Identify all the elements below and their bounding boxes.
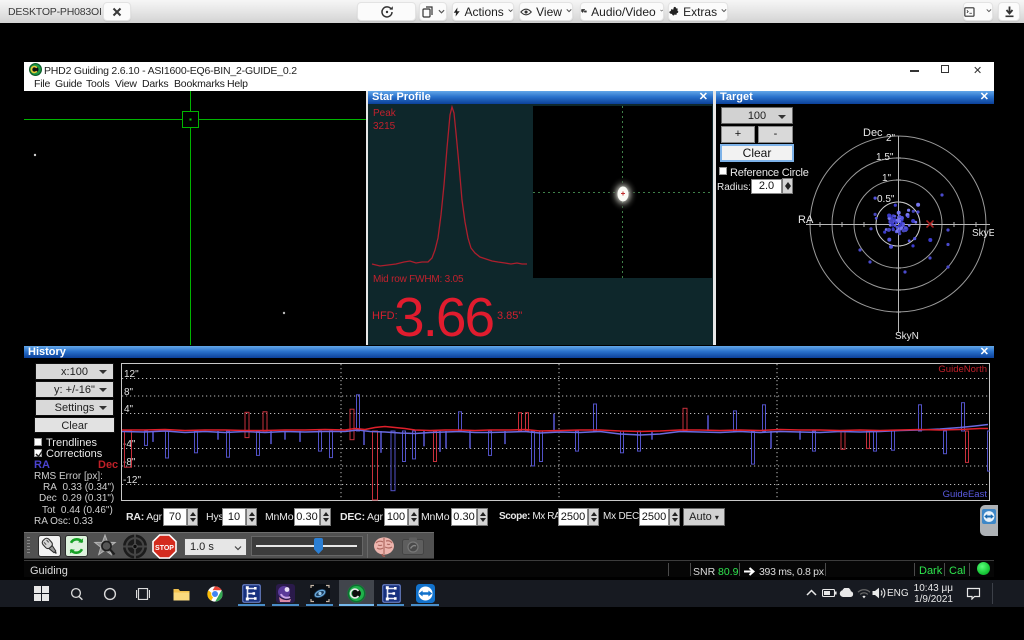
svg-text:Peak: Peak	[373, 108, 397, 119]
svg-text:STOP: STOP	[155, 545, 174, 552]
svg-text:RA: RA	[798, 214, 814, 226]
svg-text:0.5": 0.5"	[877, 194, 895, 205]
svg-text:8": 8"	[124, 387, 134, 398]
svg-text:3.66: 3.66	[394, 286, 493, 345]
svg-text:1.5": 1.5"	[876, 152, 894, 163]
svg-text:12": 12"	[124, 369, 139, 380]
svg-text:SkyN: SkyN	[895, 331, 919, 342]
svg-text:1": 1"	[882, 173, 892, 184]
svg-text:GuideNorth: GuideNorth	[938, 364, 987, 375]
svg-text:4": 4"	[124, 404, 134, 415]
svg-text:Dec: Dec	[863, 127, 883, 139]
svg-text:3.85": 3.85"	[497, 310, 522, 322]
svg-text:GuideEast: GuideEast	[943, 489, 988, 500]
svg-text:3215: 3215	[373, 121, 396, 132]
svg-text:Mid row FWHM: 3.05: Mid row FWHM: 3.05	[373, 274, 464, 285]
svg-text:SkyE: SkyE	[972, 228, 994, 239]
svg-text:2": 2"	[886, 133, 896, 144]
svg-text:-12": -12"	[123, 475, 141, 486]
